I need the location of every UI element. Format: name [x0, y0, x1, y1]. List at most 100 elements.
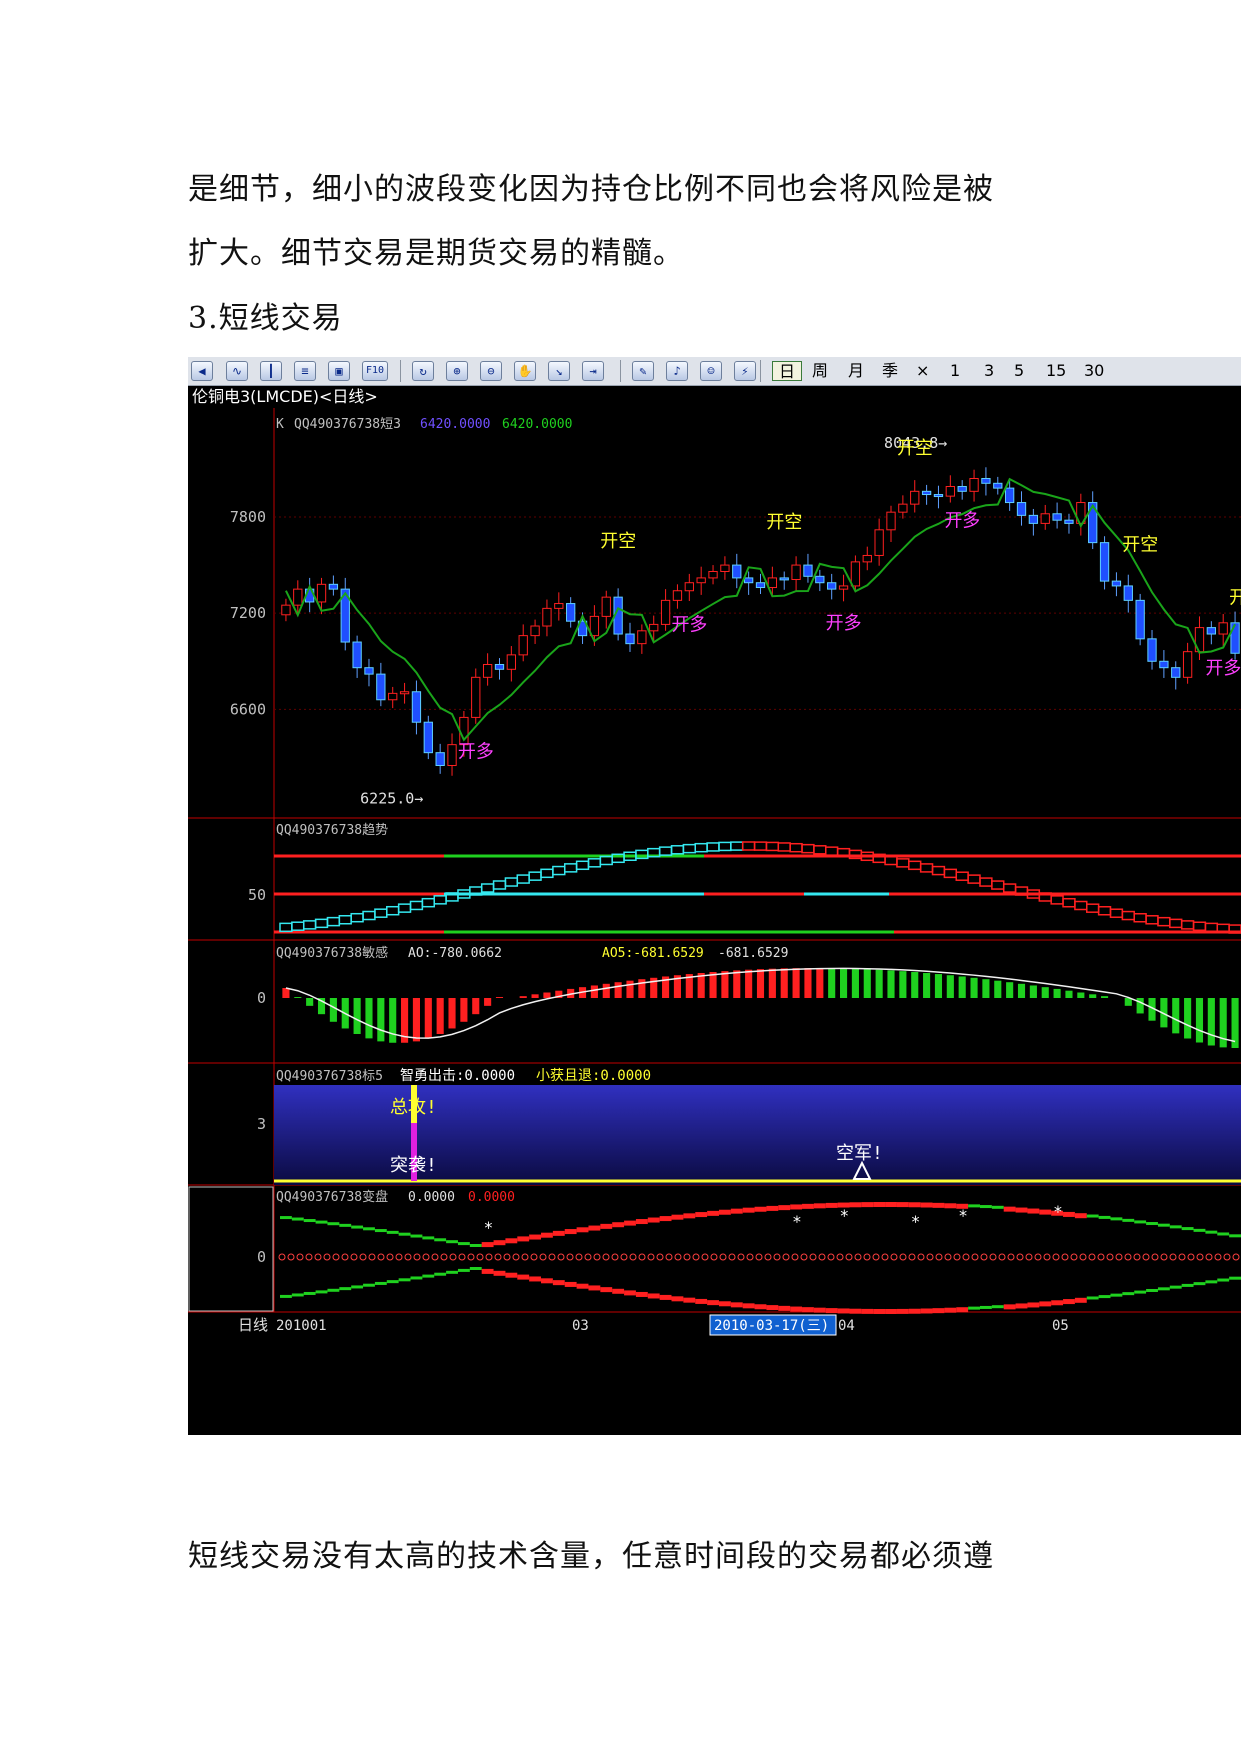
band-upper: [1086, 1214, 1099, 1218]
table-icon[interactable]: ≡: [294, 361, 316, 381]
band-upper: [849, 1202, 862, 1208]
band-zero-dot: [359, 1253, 367, 1261]
period-7[interactable]: 5: [1014, 361, 1024, 381]
period-4[interactable]: ×: [916, 361, 929, 381]
band-upper: [873, 1202, 886, 1208]
band-lower: [529, 1276, 542, 1282]
trend-step: [1097, 906, 1112, 916]
band-upper: [707, 1210, 719, 1216]
band-zero-dot: [836, 1253, 844, 1261]
band-zero-dot: [710, 1253, 718, 1261]
band-upper: [588, 1225, 601, 1231]
band-lower: [1063, 1299, 1075, 1305]
band-zero-dot: [404, 1253, 412, 1261]
band-zero-dot: [512, 1253, 520, 1261]
band-zero-dot: [845, 1253, 853, 1261]
period-5[interactable]: 1: [950, 361, 960, 381]
band-upper: [790, 1204, 803, 1210]
period-9[interactable]: 30: [1084, 361, 1104, 381]
band-zero-dot: [1043, 1253, 1051, 1261]
band-lower: [1027, 1302, 1040, 1308]
band-lower: [398, 1278, 411, 1282]
trend-step: [1192, 921, 1207, 931]
candle-body: [1016, 502, 1027, 516]
hand-icon[interactable]: ✋: [514, 361, 536, 381]
period-3[interactable]: 季: [882, 361, 898, 381]
band-zero-dot: [926, 1253, 934, 1261]
zoom-out-icon[interactable]: ⊖: [480, 361, 502, 381]
candle-body: [554, 603, 564, 609]
draw-icon[interactable]: ✎: [632, 361, 654, 381]
band-zero-dot: [980, 1253, 988, 1261]
trend-step: [421, 897, 435, 908]
trend-step: [397, 903, 412, 913]
candle-body: [779, 577, 789, 581]
zoom-in-icon[interactable]: ⊕: [446, 361, 468, 381]
band-zero-dot: [1124, 1253, 1132, 1261]
candle-body: [1135, 599, 1145, 640]
period-6[interactable]: 3: [984, 361, 994, 381]
trend-name: QQ490376738趋势: [276, 822, 388, 838]
band-zero-dot: [467, 1253, 475, 1261]
date-cursor-label: 2010-03-17(三): [714, 1318, 829, 1334]
band-star-4: *: [958, 1206, 968, 1225]
band-lower: [1098, 1295, 1111, 1299]
value-2: 6420.0000: [502, 417, 572, 432]
candle-body: [1052, 513, 1062, 521]
candle-body: [720, 564, 730, 572]
histogram-name: QQ490376738敏感: [276, 945, 388, 961]
export-icon[interactable]: ⇥: [582, 361, 604, 381]
value-1: 6420.0000: [420, 417, 490, 432]
band-zero-dot: [1214, 1253, 1222, 1261]
trend-step: [777, 842, 791, 852]
x-tick-3: 05: [1052, 1318, 1069, 1334]
band-zero-dot: [908, 1253, 916, 1261]
band-lower: [1181, 1283, 1194, 1287]
band-upper: [742, 1207, 755, 1213]
band-upper: [469, 1244, 482, 1247]
band-lower: [434, 1272, 447, 1276]
raid-label: 突袭!: [390, 1155, 437, 1176]
band-zero-dot: [521, 1253, 529, 1261]
band-lower: [1074, 1297, 1087, 1303]
trend-step: [979, 877, 993, 887]
users-icon[interactable]: ☺: [700, 361, 722, 381]
f10-icon[interactable]: F10: [362, 361, 388, 381]
band-lower: [1122, 1292, 1135, 1296]
band-lower: [991, 1305, 1004, 1309]
band-zero-dot: [440, 1253, 448, 1261]
lightning-icon[interactable]: ⚡: [734, 361, 756, 381]
candle-body: [696, 577, 706, 584]
trend-step: [599, 855, 613, 866]
trend-step: [789, 842, 803, 853]
candle-chart-icon[interactable]: ┃: [260, 361, 282, 381]
trend-step: [350, 912, 364, 923]
y-tick-label: 6600: [230, 700, 266, 718]
band-lower: [493, 1270, 506, 1276]
band-zero-dot: [1178, 1253, 1186, 1261]
period-0[interactable]: 日: [772, 361, 803, 381]
line-chart-icon[interactable]: ∿: [226, 361, 248, 381]
trade-signal-5: 开空: [897, 438, 933, 459]
period-1[interactable]: 周: [812, 361, 828, 381]
band-upper: [327, 1222, 340, 1226]
refresh-icon[interactable]: ↻: [412, 361, 434, 381]
band-upper: [541, 1232, 553, 1238]
period-8[interactable]: 15: [1046, 361, 1066, 381]
band-value-2: 0.0000: [468, 1190, 515, 1205]
candle-body: [625, 633, 635, 645]
monitor-icon[interactable]: ▣: [328, 361, 350, 381]
jump-icon[interactable]: ↘: [548, 361, 570, 381]
period-2[interactable]: 月: [848, 361, 864, 381]
candle-body: [518, 635, 528, 656]
band-upper: [908, 1202, 921, 1208]
band-upper: [624, 1220, 636, 1226]
band-upper: [695, 1212, 708, 1218]
band-upper: [968, 1204, 980, 1208]
trend-step: [943, 868, 958, 879]
back-icon[interactable]: ◀: [191, 361, 213, 381]
alarm-icon[interactable]: ♪: [666, 361, 688, 381]
trend-step: [504, 877, 519, 887]
band-lower: [469, 1267, 482, 1270]
candle-body: [732, 564, 742, 579]
